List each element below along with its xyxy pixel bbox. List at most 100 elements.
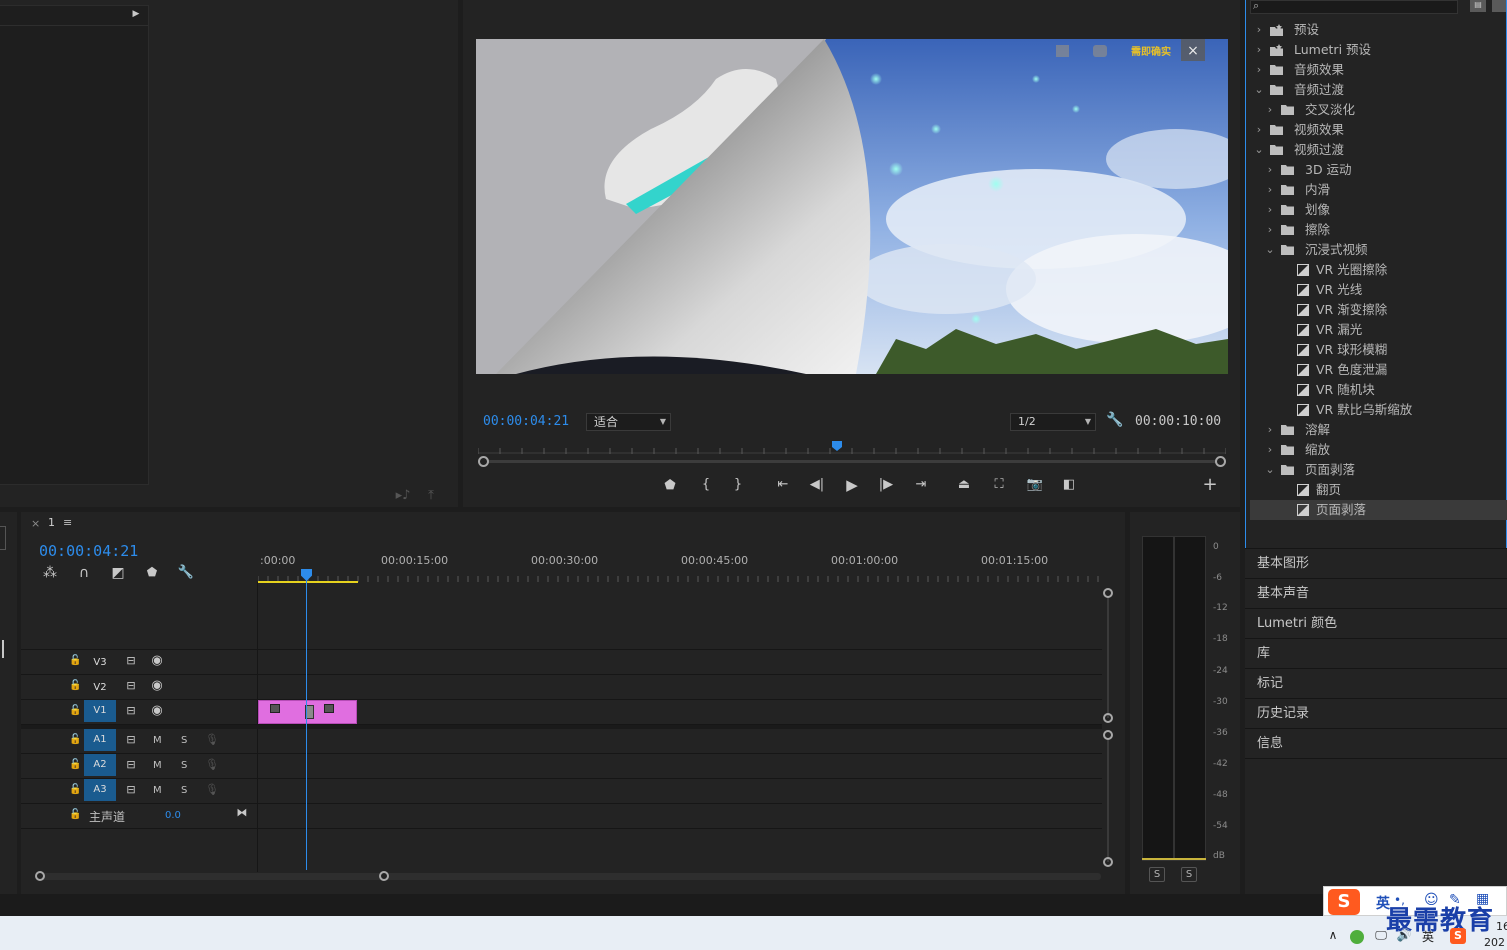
chevron-down-icon[interactable]: ⌄ xyxy=(1254,140,1264,160)
track-lock-icon[interactable]: 🔓 xyxy=(69,809,81,820)
clock-time[interactable]: 16 xyxy=(1496,920,1507,933)
microphone-icon[interactable]: 🎙 xyxy=(205,733,219,746)
work-area-bar[interactable] xyxy=(258,581,358,583)
chevron-right-icon[interactable]: › xyxy=(1265,180,1275,200)
chevron-right-icon[interactable]: › xyxy=(1265,440,1275,460)
effects-item[interactable]: VR 渐变擦除 xyxy=(1250,300,1507,320)
nest-sequence-icon[interactable]: ⁂ xyxy=(41,565,59,581)
effects-item[interactable]: › 内滑 xyxy=(1250,180,1507,200)
tray-lang-icon[interactable]: 英 xyxy=(1422,928,1434,945)
timeline-tab-close[interactable]: × xyxy=(31,517,40,530)
sync-lock-icon[interactable]: ⊟ xyxy=(123,783,139,796)
extract-icon[interactable]: ⛶ xyxy=(988,477,1010,492)
track-lock-icon[interactable]: 🔓 xyxy=(69,759,81,770)
wrench-icon[interactable]: 🔧 xyxy=(1106,412,1124,428)
go-to-in-icon[interactable]: ⇤ xyxy=(773,477,793,492)
eye-icon[interactable]: ◉ xyxy=(149,703,165,718)
track-target-v3[interactable]: V3 xyxy=(84,652,116,674)
sync-lock-icon[interactable]: ⊟ xyxy=(123,733,139,746)
chevron-right-icon[interactable]: › xyxy=(1265,160,1275,180)
chevron-right-icon[interactable]: › xyxy=(1265,420,1275,440)
volume-icon[interactable]: 🔊 xyxy=(1396,928,1412,942)
effects-item[interactable]: › 擦除 xyxy=(1250,220,1507,240)
solo-button[interactable]: S xyxy=(181,785,187,796)
effects-item[interactable]: VR 光线 xyxy=(1250,280,1507,300)
yuv-effects-icon[interactable] xyxy=(1492,0,1506,12)
step-back-icon[interactable]: ◀| xyxy=(808,477,826,492)
sync-lock-icon[interactable]: ⊟ xyxy=(123,679,139,692)
panel-info[interactable]: 信息 xyxy=(1245,728,1507,758)
effects-item[interactable]: VR 默比乌斯缩放 xyxy=(1250,400,1507,420)
track-lock-icon[interactable]: 🔓 xyxy=(69,784,81,795)
timeline-timecode[interactable]: 00:00:04:21 xyxy=(39,542,138,560)
mark-out-icon[interactable]: } xyxy=(730,477,746,492)
program-time-ruler[interactable] xyxy=(478,440,1226,454)
insert-audio-icon[interactable]: ▸♪ xyxy=(394,488,412,503)
tool-razor-icon[interactable] xyxy=(2,640,4,658)
zoom-handle-right[interactable] xyxy=(1215,456,1226,467)
chevron-right-icon[interactable]: › xyxy=(1265,220,1275,240)
add-marker-icon[interactable]: ⬟ xyxy=(662,478,678,493)
export-icon[interactable]: ⤒ xyxy=(422,488,440,503)
timeline-settings-wrench-icon[interactable]: 🔧 xyxy=(177,565,195,580)
effects-item[interactable]: › 音频效果 xyxy=(1250,60,1507,80)
track-target-v1[interactable]: V1 xyxy=(84,700,116,722)
video-vscroll-bottom-handle[interactable] xyxy=(1103,713,1113,723)
effects-item[interactable]: › 缩放 xyxy=(1250,440,1507,460)
eye-icon[interactable]: ◉ xyxy=(149,653,165,668)
panel-essential-graphics[interactable]: 基本图形 xyxy=(1245,548,1507,578)
tool-selection-icon[interactable] xyxy=(0,526,6,550)
clock-date[interactable]: 202 xyxy=(1484,936,1505,949)
effects-item[interactable]: VR 光圈擦除 xyxy=(1250,260,1507,280)
tray-app-icon[interactable] xyxy=(1350,930,1364,944)
video-clip[interactable] xyxy=(258,700,357,724)
mark-in-icon[interactable]: { xyxy=(698,477,714,492)
chevron-right-icon[interactable]: › xyxy=(1254,40,1264,60)
export-frame-icon[interactable]: 📷 xyxy=(1025,477,1045,492)
sync-lock-icon[interactable]: ⊟ xyxy=(123,704,139,717)
track-target-a2[interactable]: A2 xyxy=(84,754,116,776)
accelerated-effects-icon[interactable]: ▤ xyxy=(1470,0,1486,12)
effects-item[interactable]: 页面剥落 xyxy=(1250,500,1507,520)
effects-item[interactable]: ⌄ 音频过渡 xyxy=(1250,80,1507,100)
timeline-zoom-handle-right[interactable] xyxy=(379,871,389,881)
timeline-ruler[interactable]: :00:00 00:00:15:00 00:00:30:00 00:00:45:… xyxy=(258,550,1102,584)
solo-button[interactable]: S xyxy=(181,760,187,771)
go-to-out-icon[interactable]: ⇥ xyxy=(911,477,931,492)
mute-button[interactable]: M xyxy=(153,785,162,796)
play-icon[interactable]: ▶ xyxy=(843,476,861,494)
track-lock-icon[interactable]: 🔓 xyxy=(69,734,81,745)
chevron-right-icon[interactable]: › xyxy=(1254,60,1264,80)
mute-button[interactable]: M xyxy=(153,735,162,746)
program-current-timecode[interactable]: 00:00:04:21 xyxy=(483,414,569,429)
chevron-right-icon[interactable]: › xyxy=(1265,100,1275,120)
lift-icon[interactable]: ⏏ xyxy=(953,477,975,492)
audio-vscroll-top-handle[interactable] xyxy=(1103,730,1113,740)
solo-button[interactable]: S xyxy=(181,735,187,746)
chevron-right-icon[interactable]: › xyxy=(1254,120,1264,140)
effects-item[interactable]: › 3D 运动 xyxy=(1250,160,1507,180)
effects-item[interactable]: ⌄ 视频过渡 xyxy=(1250,140,1507,160)
chevron-right-icon[interactable]: › xyxy=(1265,200,1275,220)
add-button-icon[interactable]: + xyxy=(1201,476,1219,494)
fit-dropdown[interactable]: 适合 ▼ xyxy=(586,413,671,431)
chevron-down-icon[interactable]: ⌄ xyxy=(1265,240,1275,260)
effects-item[interactable]: VR 漏光 xyxy=(1250,320,1507,340)
step-forward-icon[interactable]: |▶ xyxy=(877,477,895,492)
effects-item[interactable]: VR 随机块 xyxy=(1250,380,1507,400)
mute-button[interactable]: M xyxy=(153,760,162,771)
timeline-tab-menu-icon[interactable]: ≡ xyxy=(63,516,72,529)
effects-item[interactable]: ⌄ 沉浸式视频 xyxy=(1250,240,1507,260)
track-lock-icon[interactable]: 🔓 xyxy=(69,655,81,666)
expand-right-icon[interactable]: ▶ xyxy=(130,9,142,19)
linked-selection-icon[interactable]: ◩ xyxy=(109,565,127,581)
panel-essential-sound[interactable]: 基本声音 xyxy=(1245,578,1507,608)
audio-vscroll-bottom-handle[interactable] xyxy=(1103,857,1113,867)
zoom-handle-left[interactable] xyxy=(478,456,489,467)
sogou-logo-icon[interactable]: S xyxy=(1328,889,1360,915)
timeline-zoom-handle-left[interactable] xyxy=(35,871,45,881)
effects-item[interactable]: ⌄ 页面剥落 xyxy=(1250,460,1507,480)
panel-markers[interactable]: 标记 xyxy=(1245,668,1507,698)
panel-libraries[interactable]: 库 xyxy=(1245,638,1507,668)
effects-item[interactable]: › 交叉淡化 xyxy=(1250,100,1507,120)
